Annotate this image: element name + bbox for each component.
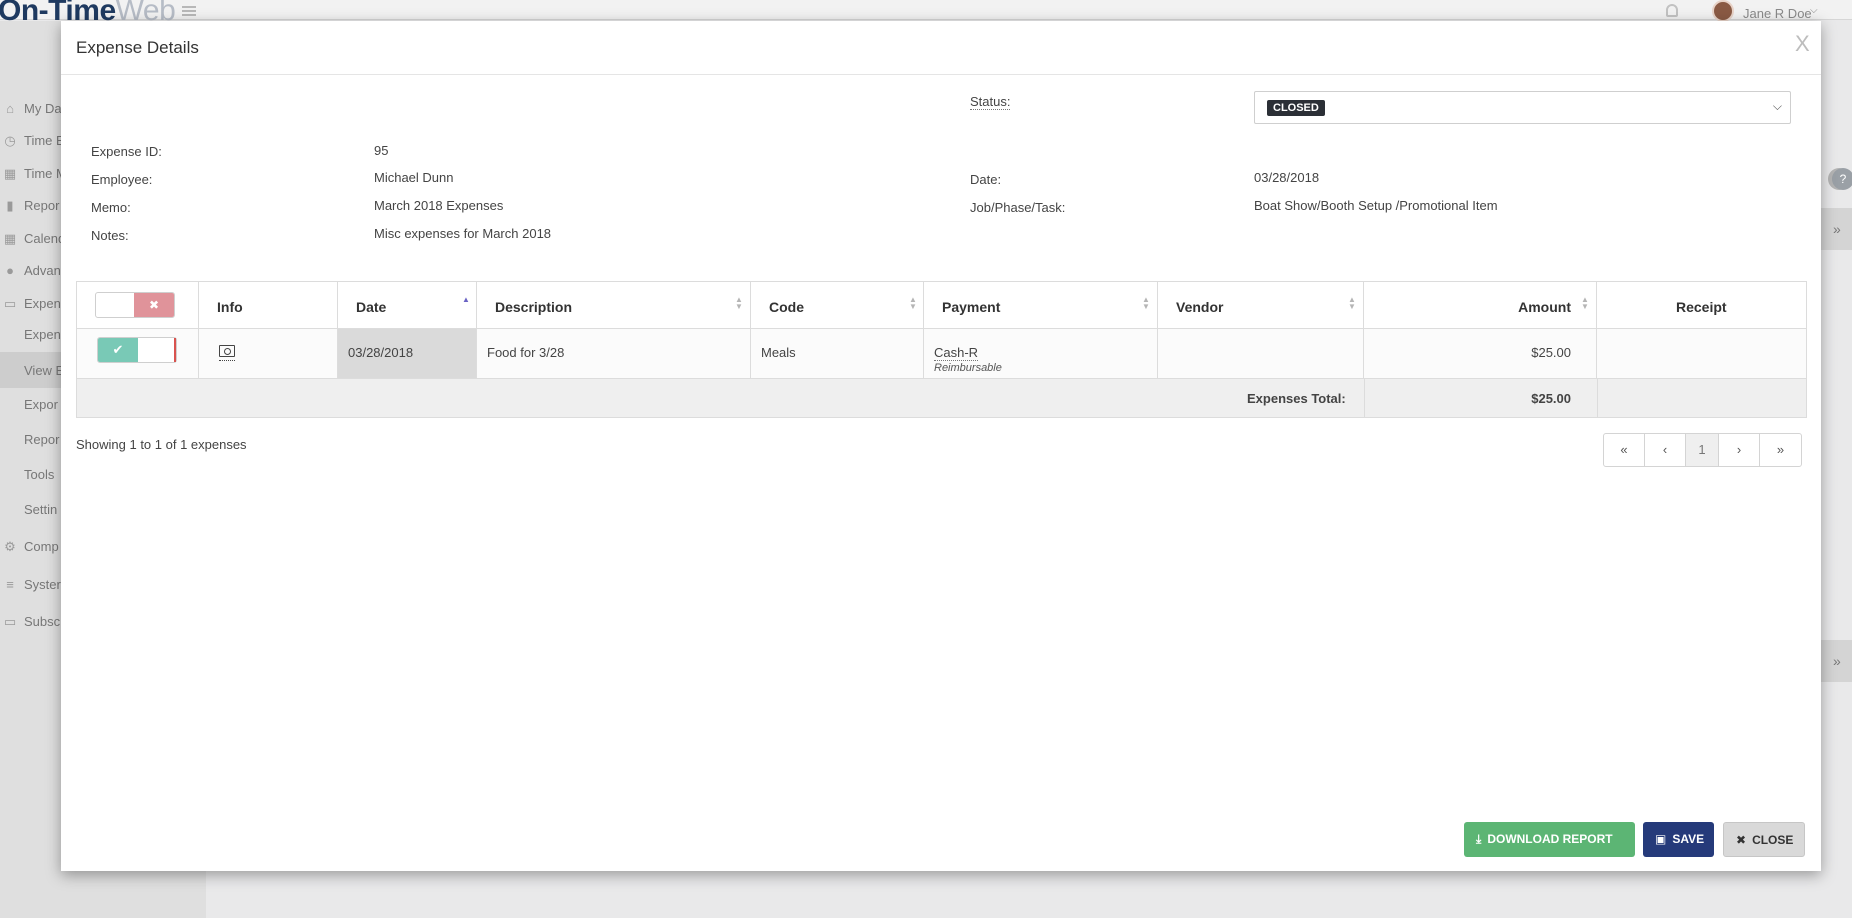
memo-value: March 2018 Expenses	[374, 198, 504, 213]
select-all-toggle[interactable]: ✖	[95, 292, 175, 318]
row-code-cell: Meals	[751, 329, 924, 378]
pager-first-button[interactable]: «	[1604, 434, 1645, 466]
chevron-down-icon: ⌵	[1772, 99, 1782, 113]
close-icon: ✖	[134, 293, 174, 317]
chevron-down-icon[interactable]: ⌵	[1810, 5, 1818, 16]
payment-type[interactable]: Cash-R	[934, 345, 979, 361]
help-icon[interactable]: ?	[1832, 168, 1852, 190]
sort-icon: ▲ ▼	[1142, 295, 1150, 311]
close-icon: ✖	[1736, 833, 1747, 847]
pager-current-page[interactable]: 1	[1686, 434, 1719, 466]
memo-label: Memo:	[91, 200, 131, 215]
sort-icon: ▲ ▼	[1348, 295, 1356, 311]
gears-icon: ⚙	[4, 539, 16, 554]
sort-icon: ▲ ▼	[735, 295, 743, 311]
list-icon: ≡	[6, 577, 14, 592]
bar-chart-icon: ▮	[6, 198, 14, 213]
sort-asc-icon: ▲	[462, 295, 470, 304]
column-header-code[interactable]: Code ▲ ▼	[751, 282, 924, 328]
money-icon[interactable]	[219, 345, 235, 357]
employee-label: Employee:	[91, 172, 153, 187]
job-phase-task-value: Boat Show/Booth Setup /Promotional Item	[1254, 198, 1498, 213]
user-avatar[interactable]	[1712, 0, 1734, 22]
table-footer: Expenses Total: $25.00	[77, 379, 1806, 417]
column-header-vendor[interactable]: Vendor ▲ ▼	[1158, 282, 1364, 328]
column-header-amount[interactable]: Amount ▲ ▼	[1364, 282, 1597, 328]
expense-id-label: Expense ID:	[91, 144, 162, 159]
money-icon: ▭	[3, 296, 17, 311]
column-header-date[interactable]: Date ▲	[338, 282, 477, 328]
save-button[interactable]: ▣ SAVE	[1643, 822, 1714, 857]
date-value: 03/28/2018	[1254, 170, 1320, 185]
expand-arrow-icon[interactable]: »	[1833, 653, 1841, 669]
column-header-info: Info	[199, 282, 338, 328]
column-header-receipt: Receipt	[1676, 299, 1727, 315]
row-vendor-cell	[1158, 329, 1364, 378]
table-row: ✔ 03/28/2018 Food for 3/28 Meals Cash-R …	[77, 329, 1806, 379]
row-description-cell: Food for 3/28	[477, 329, 751, 378]
top-bar: On-TimeWeb Jane R Doe ⌵	[0, 0, 1852, 27]
row-include-toggle[interactable]: ✔	[97, 337, 177, 363]
hamburger-menu-icon[interactable]	[182, 6, 196, 16]
floppy-disk-icon: ▣	[1655, 832, 1667, 846]
notes-label: Notes:	[91, 228, 129, 243]
download-icon: ⤓	[1476, 832, 1482, 846]
footer-divider	[1597, 379, 1598, 417]
credit-card-icon: ▭	[3, 614, 17, 629]
status-badge: CLOSED	[1267, 100, 1325, 116]
column-header-description[interactable]: Description ▲ ▼	[477, 282, 751, 328]
row-info-cell	[199, 329, 338, 378]
calendar-x-icon: ▦	[3, 166, 17, 181]
row-payment-cell: Cash-R Reimbursable	[924, 329, 1158, 378]
modal-header: Expense Details X	[61, 21, 1821, 75]
download-report-button[interactable]: ⤓ DOWNLOAD REPORT	[1464, 822, 1635, 857]
pager-next-button[interactable]: ›	[1719, 434, 1760, 466]
notes-value: Misc expenses for March 2018	[374, 226, 552, 241]
toggle-edge	[174, 338, 176, 362]
employee-value: Michael Dunn	[374, 170, 454, 185]
home-icon: ⌂	[6, 101, 14, 116]
payment-note: Reimbursable	[934, 362, 1002, 374]
calendar-icon: ▦	[3, 231, 17, 246]
clock-icon: ◷	[4, 133, 16, 148]
pager-prev-button[interactable]: ‹	[1645, 434, 1686, 466]
expand-arrow-icon[interactable]: »	[1833, 221, 1841, 237]
expense-details-modal: Expense Details X Status: CLOSED ⌵ Expen…	[61, 21, 1821, 871]
table-header: ✖ Info Date ▲ Description ▲ ▼ Code ▲ ▼ Pay…	[77, 282, 1806, 329]
header-toggle-cell: ✖	[77, 282, 199, 328]
check-icon: ✔	[98, 338, 138, 362]
row-date-cell: 03/28/2018	[338, 329, 477, 378]
showing-count-text: Showing 1 to 1 of 1 expenses	[76, 437, 247, 452]
expense-id-value: 95	[374, 143, 389, 158]
status-label: Status:	[970, 94, 1011, 110]
user-name[interactable]: Jane R Doe	[1743, 6, 1812, 21]
row-amount-cell: $25.00	[1364, 329, 1597, 378]
notification-bell-icon[interactable]	[1666, 4, 1678, 17]
footer-divider	[1364, 379, 1365, 417]
pagination: « ‹ 1 › »	[1603, 433, 1802, 467]
job-phase-task-label: Job/Phase/Task:	[970, 200, 1066, 215]
close-button[interactable]: ✖ CLOSE	[1723, 822, 1805, 857]
modal-title: Expense Details	[76, 38, 199, 57]
row-receipt-cell	[1597, 329, 1808, 378]
expenses-total-label: Expenses Total:	[1247, 391, 1346, 406]
expenses-table: ✖ Info Date ▲ Description ▲ ▼ Code ▲ ▼ Pay…	[76, 281, 1807, 418]
status-select[interactable]: CLOSED ⌵	[1254, 91, 1791, 124]
expenses-total-value: $25.00	[1531, 391, 1571, 406]
date-label: Date:	[970, 172, 1002, 187]
sort-icon: ▲ ▼	[1581, 295, 1589, 311]
row-toggle-cell: ✔	[77, 329, 199, 378]
users-icon: ●	[6, 263, 14, 278]
sort-icon: ▲ ▼	[909, 295, 917, 311]
modal-close-x-button[interactable]: X	[1795, 31, 1810, 57]
icon-underline	[219, 360, 235, 361]
pager-last-button[interactable]: »	[1760, 434, 1801, 466]
column-header-payment[interactable]: Payment ▲ ▼	[924, 282, 1158, 328]
